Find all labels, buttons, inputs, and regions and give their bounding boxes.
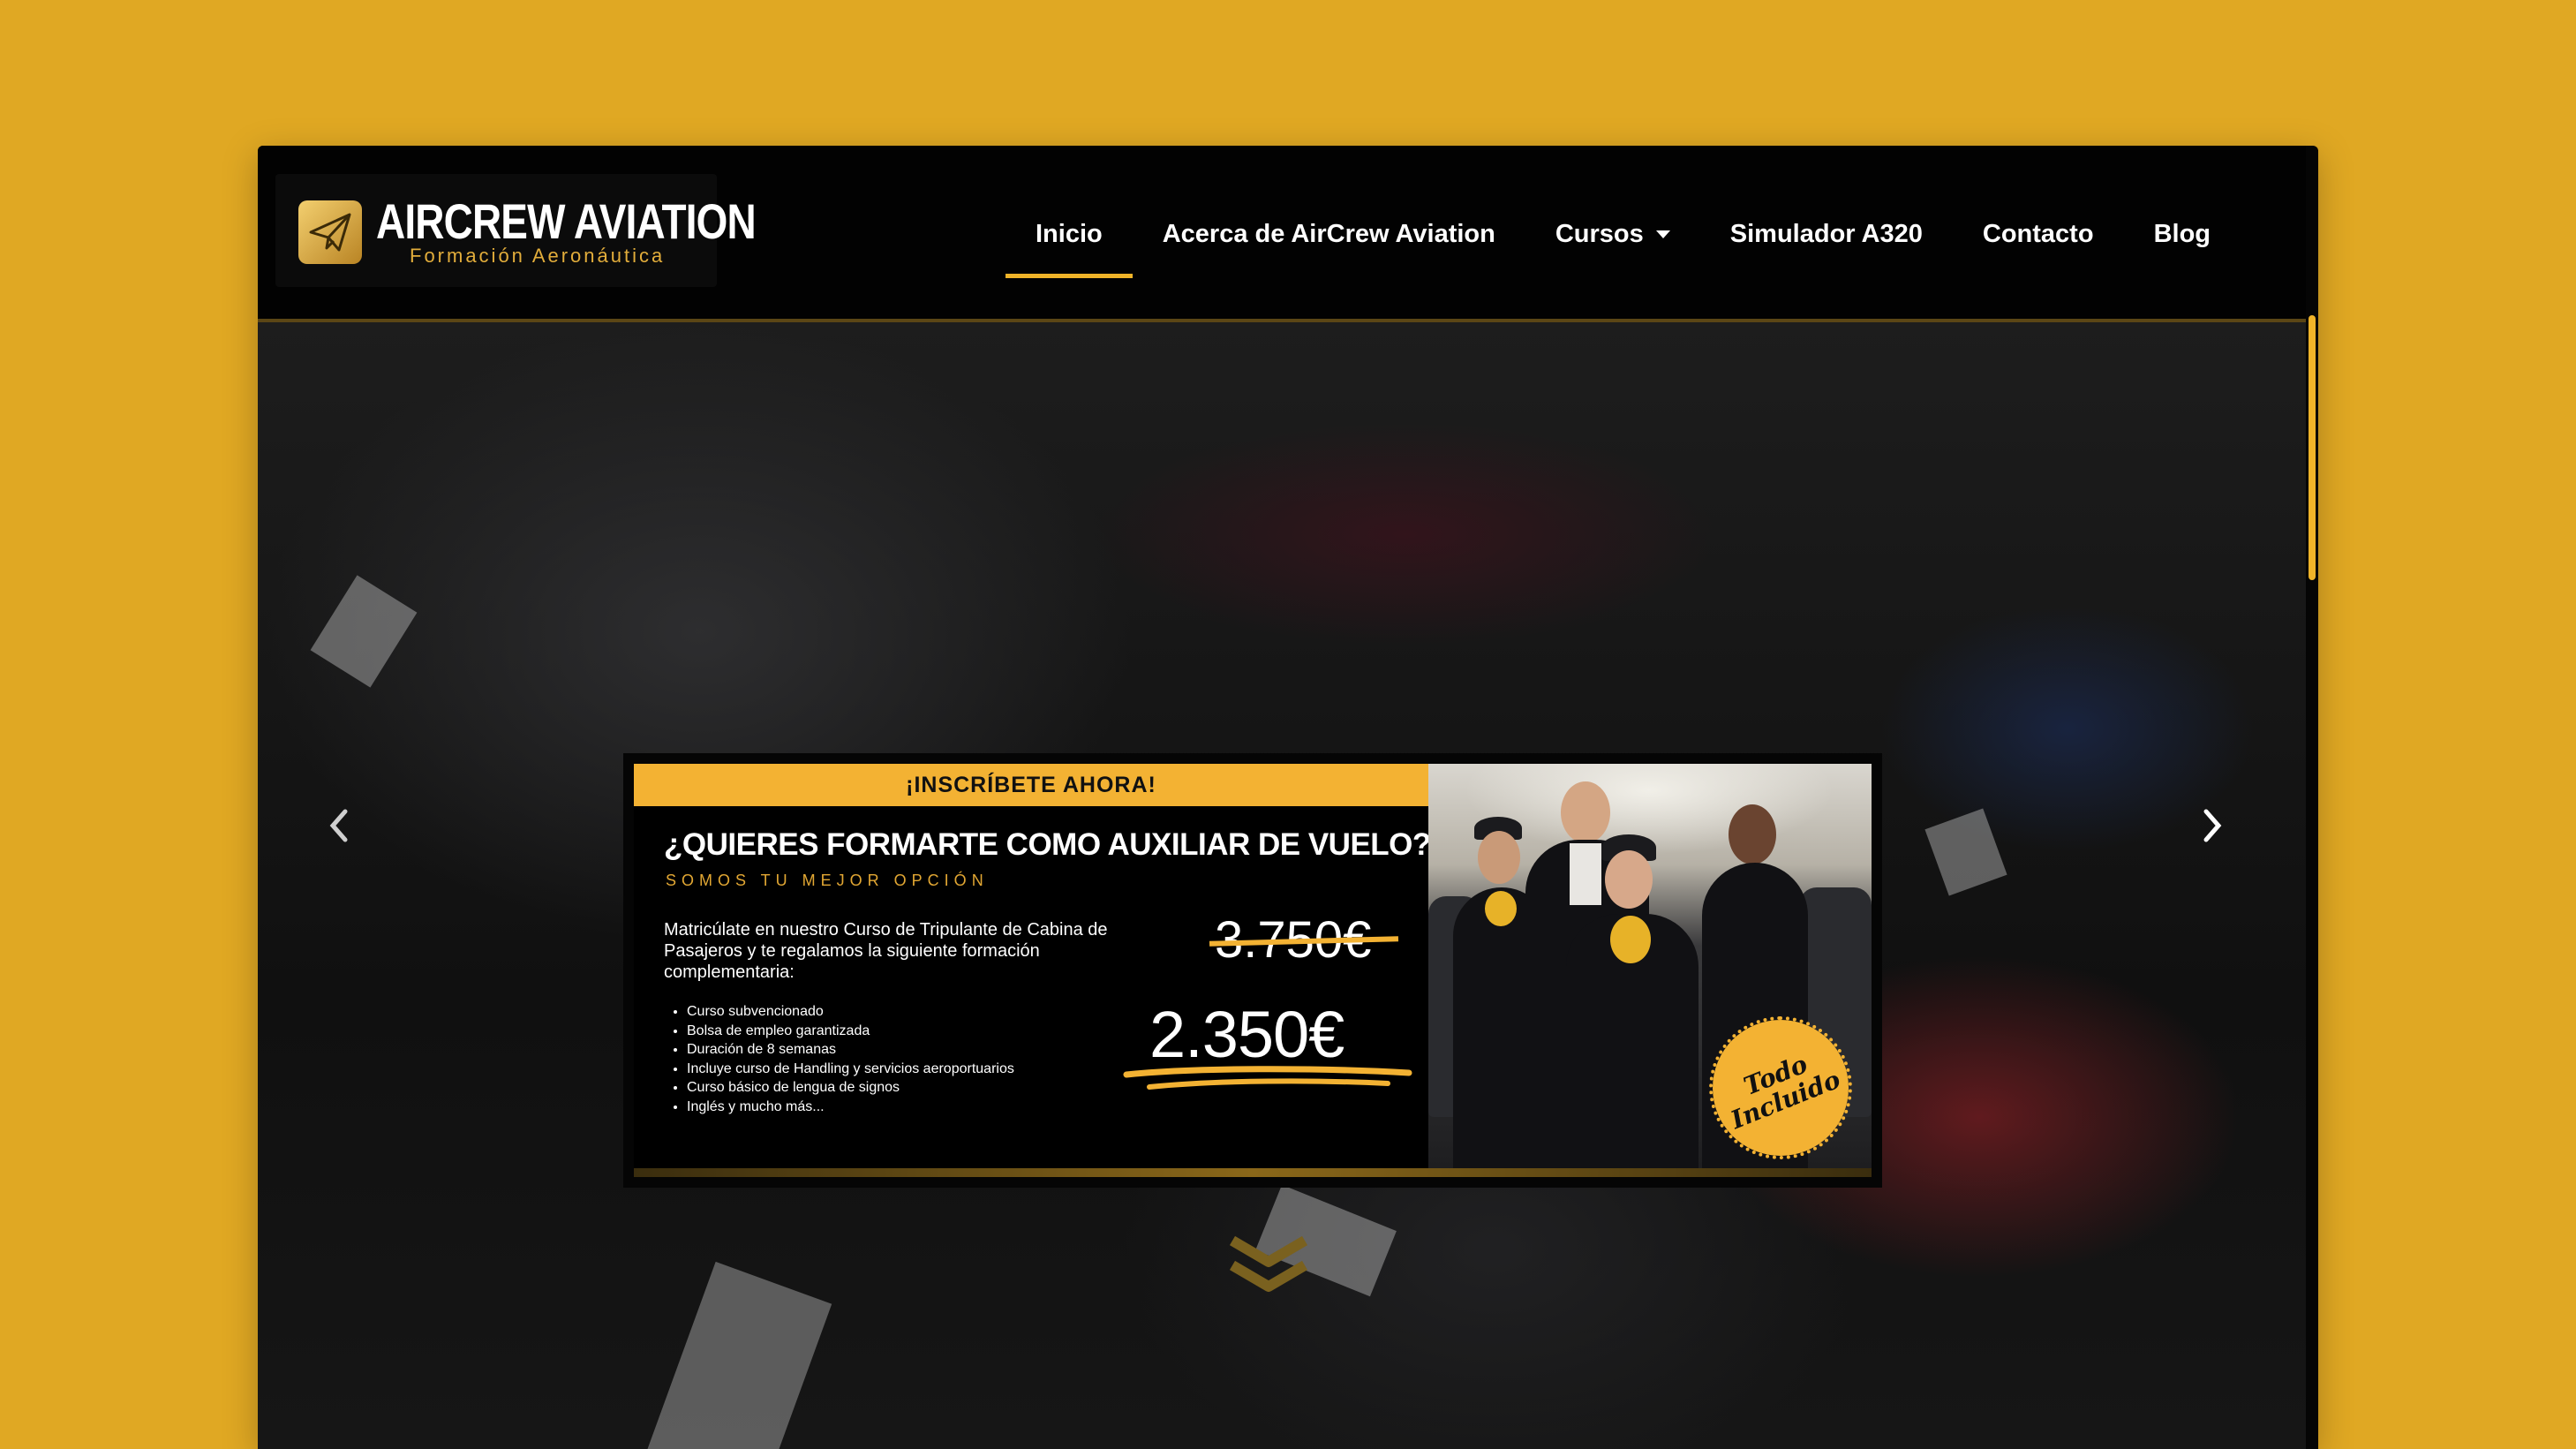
brand-subtitle: Formación Aeronáutica bbox=[410, 245, 666, 267]
nav-item-blog[interactable]: Blog bbox=[2124, 208, 2241, 260]
list-item: Curso básico de lengua de signos bbox=[687, 1078, 1014, 1098]
promo-text-panel: ¡INSCRÍBETE AHORA! ¿QUIERES FORMARTE COM… bbox=[634, 764, 1431, 1177]
promo-headline: ¿QUIERES FORMARTE COMO AUXILIAR DE VUELO… bbox=[664, 827, 1431, 862]
promo-benefits-list: Curso subvencionado Bolsa de empleo gara… bbox=[664, 1002, 1014, 1116]
browser-window: AIRCREW AVIATION Formación Aeronáutica I… bbox=[258, 146, 2318, 1449]
background-luggage-tag bbox=[636, 1261, 832, 1449]
promo-tagline: SOMOS TU MEJOR OPCIÓN bbox=[666, 872, 989, 889]
chevron-left-icon bbox=[329, 809, 348, 842]
chevron-right-icon bbox=[2203, 809, 2222, 842]
nav-item-simulador[interactable]: Simulador A320 bbox=[1700, 208, 1953, 260]
nav-item-label: Cursos bbox=[1555, 219, 1644, 248]
cabin-crew-photo: Todo Incluido bbox=[1428, 764, 1872, 1168]
background-luggage-tag bbox=[1924, 808, 2007, 896]
nav-item-acerca[interactable]: Acerca de AirCrew Aviation bbox=[1133, 208, 1525, 260]
nav-item-cursos[interactable]: Cursos bbox=[1525, 208, 1700, 260]
price-underline-swoosh bbox=[1123, 1066, 1412, 1090]
nav-item-label: Inicio bbox=[1035, 219, 1103, 248]
list-item: Duración de 8 semanas bbox=[687, 1040, 1014, 1060]
slider-next-button[interactable] bbox=[2191, 799, 2235, 852]
scrollbar-thumb[interactable] bbox=[2309, 315, 2316, 580]
hero-slider: ¡INSCRÍBETE AHORA! ¿QUIERES FORMARTE COM… bbox=[258, 322, 2306, 1449]
nav-item-label: Acerca de AirCrew Aviation bbox=[1162, 219, 1495, 248]
nav-item-label: Contacto bbox=[1982, 219, 2094, 248]
nav-item-label: Simulador A320 bbox=[1729, 219, 1923, 248]
slider-prev-button[interactable] bbox=[316, 799, 360, 852]
list-item: Incluye curso de Handling y servicios ae… bbox=[687, 1060, 1014, 1079]
banner-bottom-bar bbox=[634, 1168, 1872, 1177]
all-included-stamp: Todo Incluido bbox=[1709, 1016, 1852, 1159]
page-scrollbar[interactable] bbox=[2306, 158, 2318, 1449]
caret-down-icon bbox=[1655, 230, 1670, 238]
nav-item-inicio[interactable]: Inicio bbox=[1005, 208, 1133, 278]
list-item: Inglés y mucho más... bbox=[687, 1098, 1014, 1117]
enroll-ribbon: ¡INSCRÍBETE AHORA! bbox=[634, 764, 1428, 806]
background-luggage-tag bbox=[310, 575, 418, 688]
double-chevron-down-icon[interactable] bbox=[1227, 1235, 1310, 1299]
promo-intro: Matricúlate en nuestro Curso de Tripulan… bbox=[664, 920, 1108, 982]
site-logo[interactable]: AIRCREW AVIATION Formación Aeronáutica bbox=[275, 174, 757, 287]
promo-banner[interactable]: ¡INSCRÍBETE AHORA! ¿QUIERES FORMARTE COM… bbox=[634, 764, 1872, 1177]
paper-plane-icon bbox=[298, 200, 362, 264]
main-nav: Inicio Acerca de AirCrew Aviation Cursos… bbox=[1005, 208, 2241, 278]
new-price: 2.350€ bbox=[1149, 998, 1344, 1071]
list-item: Curso subvencionado bbox=[687, 1002, 1014, 1022]
brand-name: AIRCREW AVIATION bbox=[376, 193, 757, 249]
site-header: AIRCREW AVIATION Formación Aeronáutica I… bbox=[258, 146, 2306, 322]
nav-item-contacto[interactable]: Contacto bbox=[1953, 208, 2124, 260]
nav-item-label: Blog bbox=[2153, 219, 2211, 248]
list-item: Bolsa de empleo garantizada bbox=[687, 1022, 1014, 1041]
